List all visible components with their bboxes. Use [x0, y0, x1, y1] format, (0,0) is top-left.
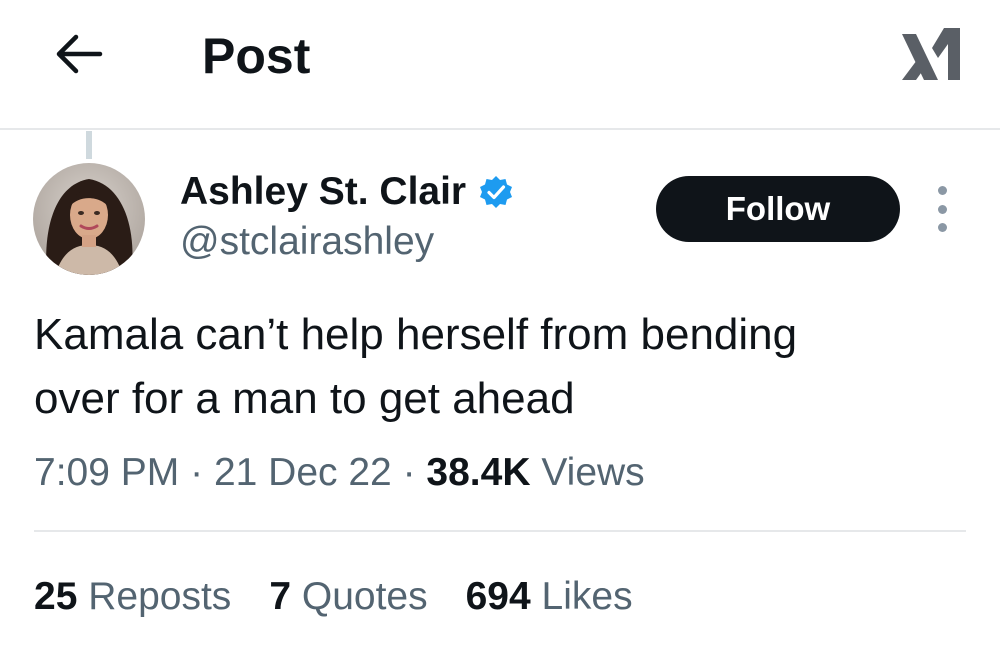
x-logo-icon	[902, 28, 960, 80]
meta-separator: ·	[402, 451, 416, 494]
avatar[interactable]	[33, 163, 145, 275]
more-options-button[interactable]	[928, 186, 956, 232]
post-text: Kamala can’t help herself from bending o…	[34, 303, 974, 431]
page-title: Post	[202, 28, 311, 84]
post-text-line: over for a man to get ahead	[34, 374, 575, 423]
views-label: Views	[541, 451, 645, 494]
likes-stat[interactable]: 694 Likes	[466, 570, 633, 624]
engagement-stats: 25 Reposts 7 Quotes 694 Likes	[34, 570, 671, 624]
more-vertical-icon	[937, 186, 947, 195]
follow-button[interactable]: Follow	[656, 176, 900, 242]
likes-count: 694	[465, 575, 531, 618]
more-vertical-icon-dot	[937, 204, 947, 214]
top-bar: Post	[0, 0, 1000, 130]
thread-connector-line	[86, 131, 92, 159]
post-meta: 7:09 PM · 21 Dec 22 · 38.4K Views	[34, 446, 645, 500]
back-button[interactable]	[48, 28, 108, 80]
meta-separator: ·	[190, 451, 204, 494]
quotes-stat[interactable]: 7 Quotes	[269, 570, 427, 624]
reposts-count: 25	[34, 575, 78, 618]
arrow-left-icon	[56, 34, 103, 74]
avatar-photo	[33, 163, 145, 275]
divider	[34, 530, 966, 532]
reposts-label: Reposts	[88, 575, 232, 618]
verified-badge-icon	[480, 176, 513, 208]
views-count: 38.4K	[426, 451, 531, 494]
quotes-count: 7	[269, 575, 292, 618]
quotes-label: Quotes	[301, 575, 428, 618]
author-name-row[interactable]: Ashley St. Clair	[180, 168, 514, 216]
post-text-line: Kamala can’t help herself from bending	[34, 310, 798, 359]
author-handle[interactable]: @stclairashley	[180, 218, 434, 266]
more-vertical-icon-dot	[937, 223, 947, 232]
display-name: Ashley St. Clair	[180, 170, 467, 213]
reposts-stat[interactable]: 25 Reposts	[34, 570, 231, 624]
post-time[interactable]: 7:09 PM	[34, 451, 179, 494]
post-date[interactable]: 21 Dec 22	[214, 451, 392, 494]
likes-label: Likes	[541, 575, 633, 618]
